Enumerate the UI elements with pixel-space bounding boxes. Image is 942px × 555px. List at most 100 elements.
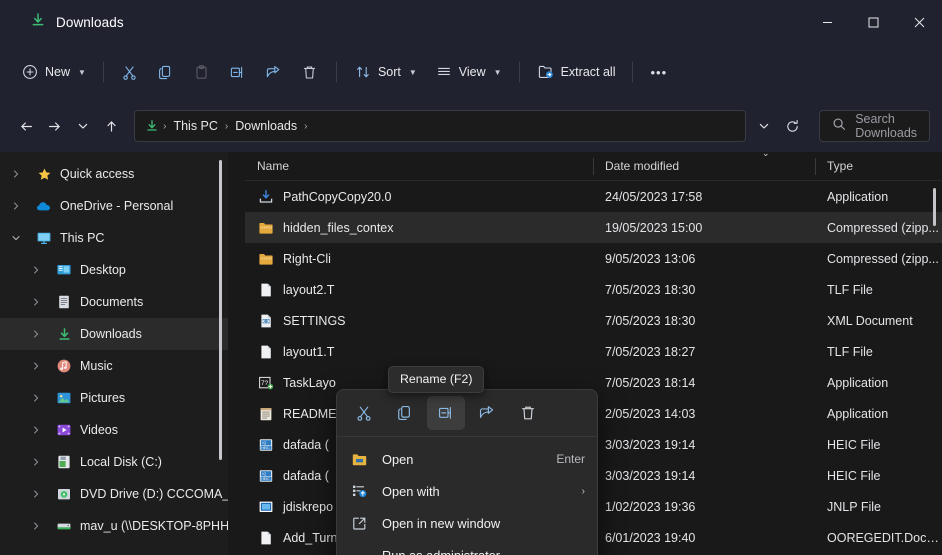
context-rename-button[interactable] [427, 396, 465, 430]
file-name-cell: layout1.T [245, 343, 593, 360]
context-menu-accelerator: Enter [556, 452, 585, 466]
context-menu: OpenEnterOpen with›Open in new windowRun… [336, 389, 598, 555]
paste-button[interactable] [184, 55, 220, 89]
up-button[interactable] [98, 110, 127, 142]
table-row[interactable]: layout1.T7/05/2023 18:27TLF File [245, 336, 942, 367]
sidebar-item-quick-access[interactable]: Quick access [0, 158, 228, 190]
file-list-scrollbar[interactable] [933, 188, 936, 226]
rename-button[interactable] [220, 55, 256, 89]
share-button[interactable] [256, 55, 292, 89]
file-type-cell: OOREGEDIT.Docu... [815, 531, 942, 545]
search-input[interactable]: Search Downloads [819, 110, 930, 142]
forward-button[interactable] [41, 110, 70, 142]
table-row[interactable]: PathCopyCopy20.024/05/2023 17:58Applicat… [245, 181, 942, 212]
window-controls [804, 0, 942, 44]
context-delete-button[interactable] [509, 396, 547, 430]
file-date-cell: 3/03/2023 19:14 [593, 469, 815, 483]
sidebar-item-downloads[interactable]: Downloads [0, 318, 228, 350]
svg-text:7?: 7? [261, 379, 269, 386]
new-button[interactable]: New ▼ [12, 55, 95, 89]
file-type-cell: Application [815, 190, 942, 204]
sidebar-item-documents[interactable]: Documents [0, 286, 228, 318]
minimize-button[interactable] [804, 0, 850, 44]
expander-chevron-icon[interactable] [4, 169, 28, 179]
extract-all-button[interactable]: Extract all [528, 55, 625, 89]
toolbar-divider-3 [519, 62, 520, 82]
address-dropdown-button[interactable] [750, 110, 779, 142]
cut-button[interactable] [112, 55, 148, 89]
expander-chevron-icon[interactable] [4, 201, 28, 211]
sidebar-item-label: DVD Drive (D:) CCCOMA_X64FR [80, 487, 228, 501]
sidebar-item-label: This PC [60, 231, 104, 245]
file-date-cell: 7/05/2023 18:14 [593, 376, 815, 390]
table-row[interactable]: Right-Cli9/05/2023 13:06Compressed (zipp… [245, 243, 942, 274]
sidebar-item-mav-u-desktop-8phhan9-l[interactable]: mav_u (\\DESKTOP-8PHHAN9\l [0, 510, 228, 542]
context-cut-button[interactable] [345, 396, 383, 430]
recent-locations-button[interactable] [69, 110, 98, 142]
pictures-icon [55, 389, 73, 407]
expander-chevron-icon[interactable] [24, 393, 48, 403]
table-row[interactable]: hidden_files_contex19/05/2023 15:00Compr… [245, 212, 942, 243]
sidebar-item-dvd-drive-d-cccoma-x64fr[interactable]: DVD Drive (D:) CCCOMA_X64FR [0, 478, 228, 510]
expander-chevron-icon[interactable] [24, 521, 48, 531]
file-name-cell: PathCopyCopy20.0 [245, 188, 593, 205]
delete-button[interactable] [292, 55, 328, 89]
context-menu-item-open[interactable]: OpenEnter [337, 443, 597, 475]
expander-chevron-icon[interactable] [24, 489, 48, 499]
column-header-type-label: Type [827, 159, 853, 173]
sidebar-item-pictures[interactable]: Pictures [0, 382, 228, 414]
sort-button-label: Sort [378, 65, 401, 79]
sort-button[interactable]: Sort ▼ [345, 55, 426, 89]
sidebar-item-videos[interactable]: Videos [0, 414, 228, 446]
breadcrumb-separator: › [302, 121, 309, 132]
expander-chevron-icon[interactable] [24, 425, 48, 435]
network-drive-icon [55, 517, 73, 535]
sidebar-item-local-disk-c[interactable]: Local Disk (C:) [0, 446, 228, 478]
expander-chevron-icon[interactable] [4, 233, 28, 243]
column-header-type[interactable]: Type [815, 152, 942, 181]
context-copy-button[interactable] [386, 396, 424, 430]
ellipsis-icon: ••• [650, 65, 667, 80]
svg-text:HEIC: HEIC [261, 477, 270, 481]
column-header-date-modified[interactable]: Date modified [593, 152, 815, 181]
navigation-pane: Quick access OneDrive - Personal This PC De… [0, 152, 228, 555]
breadcrumb-item-downloads[interactable]: Downloads [230, 114, 302, 138]
expander-chevron-icon[interactable] [24, 265, 48, 275]
file-type-cell: Compressed (zipp... [815, 252, 942, 266]
more-options-button[interactable]: ••• [641, 55, 676, 89]
table-row[interactable]: SETTINGS7/05/2023 18:30XML Document [245, 305, 942, 336]
sidebar-item-onedrive-personal[interactable]: OneDrive - Personal [0, 190, 228, 222]
search-icon [832, 117, 846, 136]
sidebar-item-label: Desktop [80, 263, 126, 277]
sidebar-item-label: OneDrive - Personal [60, 199, 173, 213]
file-type-cell: TLF File [815, 345, 942, 359]
file-date-cell: 7/05/2023 18:30 [593, 314, 815, 328]
column-header-date-label: Date modified [605, 159, 679, 173]
sidebar-item-music[interactable]: Music [0, 350, 228, 382]
maximize-button[interactable] [850, 0, 896, 44]
dvd-icon [55, 485, 73, 503]
table-row[interactable]: layout2.T7/05/2023 18:30TLF File [245, 274, 942, 305]
sidebar-item-this-pc[interactable]: This PC [0, 222, 228, 254]
context-menu-item-open-with[interactable]: Open with› [337, 475, 597, 507]
refresh-button[interactable] [779, 110, 808, 142]
context-menu-item-run-as-administrator[interactable]: Run as administrator [337, 539, 597, 555]
file-name-label: dafada ( [283, 438, 329, 452]
sidebar-scrollbar[interactable] [219, 160, 222, 460]
expander-chevron-icon[interactable] [24, 329, 48, 339]
view-button[interactable]: View ▼ [426, 55, 511, 89]
expander-chevron-icon[interactable] [24, 457, 48, 467]
sidebar-item-desktop[interactable]: Desktop [0, 254, 228, 286]
expander-chevron-icon[interactable] [24, 361, 48, 371]
music-icon [55, 357, 73, 375]
breadcrumb[interactable]: › This PC › Downloads › [134, 110, 746, 142]
context-share-button[interactable] [468, 396, 506, 430]
back-button[interactable] [12, 110, 41, 142]
copy-icon [157, 63, 175, 81]
breadcrumb-item-this-pc[interactable]: This PC [168, 114, 222, 138]
column-header-name[interactable]: Name [245, 152, 593, 181]
copy-button[interactable] [148, 55, 184, 89]
context-menu-item-open-in-new-window[interactable]: Open in new window [337, 507, 597, 539]
close-button[interactable] [896, 0, 942, 44]
expander-chevron-icon[interactable] [24, 297, 48, 307]
